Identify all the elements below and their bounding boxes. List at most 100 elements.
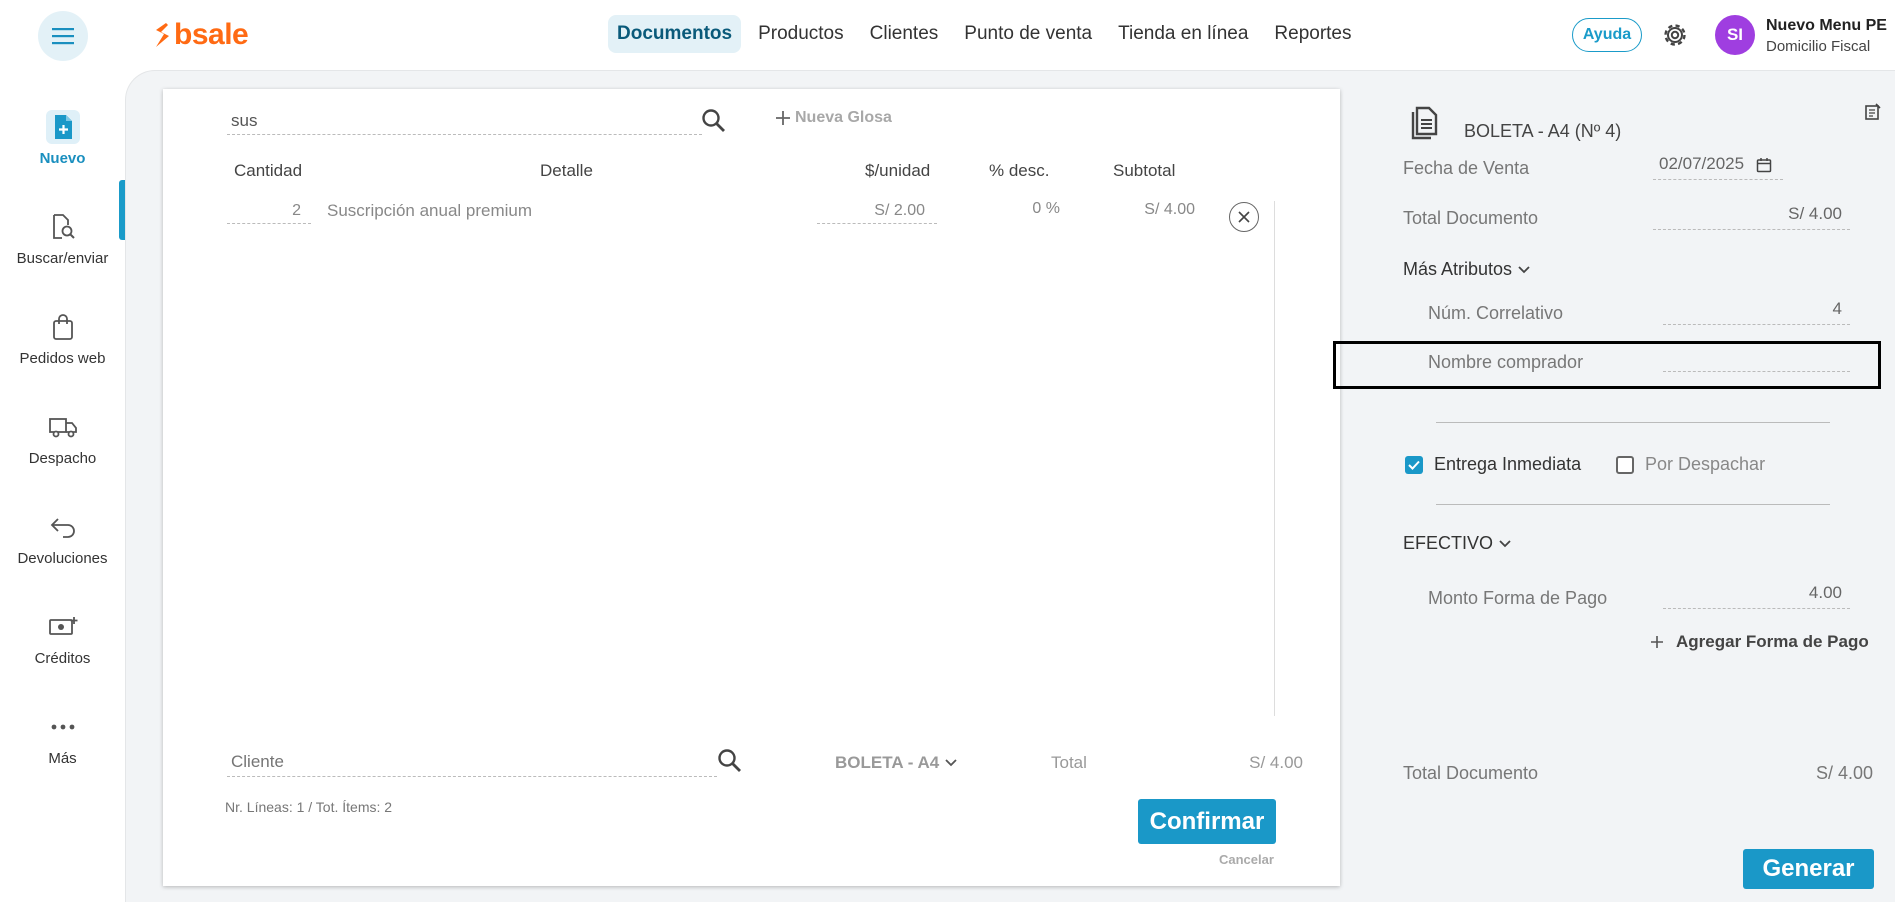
nav-documentos[interactable]: Documentos	[608, 15, 742, 53]
fecha-field[interactable]: 02/07/2025	[1653, 154, 1783, 180]
nav-clientes[interactable]: Clientes	[861, 15, 948, 53]
correlativo-field[interactable]: 4	[1663, 299, 1850, 325]
lines-info: Nr. Líneas: 1 / Tot. Ítems: 2	[225, 799, 393, 815]
column-header-precio: $/unidad	[865, 161, 931, 180]
client-input[interactable]	[227, 749, 717, 775]
search-icon[interactable]	[700, 107, 728, 135]
nav-tienda-en-linea[interactable]: Tienda en línea	[1109, 15, 1257, 53]
document-summary-panel: BOLETA - A4 (Nº 4) Fecha de Venta 02/07/…	[1340, 70, 1895, 902]
row-price-field[interactable]: S/ 2.00	[817, 202, 937, 224]
document-type-value: BOLETA - A4	[835, 753, 940, 772]
monto-field[interactable]: 4.00	[1663, 583, 1850, 609]
sidebar-item-despacho[interactable]: Despacho	[0, 410, 125, 467]
document-editor: Nueva Glosa Cantidad Detalle $/unidad % …	[163, 89, 1340, 886]
nav-productos[interactable]: Productos	[749, 15, 853, 53]
sidebar-item-nuevo[interactable]: Nuevo	[0, 110, 125, 167]
divider	[1436, 504, 1830, 505]
sidebar-item-pedidos-web[interactable]: Pedidos web	[0, 310, 125, 367]
search-document-icon	[46, 210, 80, 244]
total-label: Total	[1051, 753, 1087, 772]
row-detail: Suscripción anual premium	[327, 201, 533, 220]
client-search-icon[interactable]	[716, 747, 744, 775]
chevron-down-icon	[1518, 265, 1530, 273]
entrega-inmediata-checkbox[interactable]	[1405, 456, 1423, 474]
confirm-button[interactable]: Confirmar	[1138, 799, 1276, 844]
product-search-input[interactable]	[227, 109, 702, 133]
logo-text: bsale	[174, 18, 249, 51]
sidebar-item-buscar[interactable]: Buscar/enviar	[0, 210, 125, 267]
nueva-glosa-button[interactable]: Nueva Glosa	[775, 109, 892, 127]
sidebar-item-label: Buscar/enviar	[16, 250, 109, 267]
edit-document-icon[interactable]	[1864, 103, 1882, 121]
plus-icon	[776, 111, 790, 125]
payment-method-label: EFECTIVO	[1403, 533, 1494, 553]
monto-label: Monto Forma de Pago	[1428, 588, 1608, 608]
help-button[interactable]: Ayuda	[1572, 18, 1642, 52]
scrollbar-track[interactable]	[1274, 201, 1275, 716]
client-field[interactable]	[227, 749, 717, 777]
fecha-label: Fecha de Venta	[1403, 158, 1530, 178]
checkmark-icon	[1408, 460, 1420, 470]
shopping-bag-icon	[46, 310, 80, 344]
main-nav: Documentos Productos Clientes Punto de v…	[608, 15, 1361, 53]
remove-row-button[interactable]	[1229, 202, 1259, 232]
chevron-down-icon	[1499, 539, 1511, 547]
nav-punto-de-venta[interactable]: Punto de venta	[955, 15, 1101, 53]
calendar-icon[interactable]	[1756, 157, 1772, 173]
column-header-cantidad: Cantidad	[234, 161, 303, 180]
close-icon	[1238, 211, 1250, 223]
sidebar-item-label: Devoluciones	[17, 550, 108, 567]
sidebar-item-label: Nuevo	[39, 150, 86, 167]
document-copy-icon	[1411, 106, 1438, 140]
sidebar: Nuevo Buscar/enviar Pedidos web Despacho…	[0, 70, 125, 902]
sidebar-item-mas[interactable]: Más	[0, 710, 125, 767]
payment-method-toggle[interactable]: EFECTIVO	[1403, 533, 1511, 554]
sidebar-item-label: Más	[48, 750, 77, 767]
entrega-inmediata-label: Entrega Inmediata	[1434, 454, 1582, 474]
mas-atributos-toggle[interactable]: Más Atributos	[1403, 259, 1530, 280]
divider	[1436, 422, 1830, 423]
total-documento-field[interactable]: S/ 4.00	[1653, 204, 1850, 230]
plus-icon	[1651, 636, 1663, 648]
sidebar-item-devoluciones[interactable]: Devoluciones	[0, 510, 125, 567]
footer-total-value: S/ 4.00	[1815, 763, 1873, 783]
sidebar-item-label: Créditos	[34, 650, 91, 667]
user-subtitle: Domicilio Fiscal	[1766, 38, 1871, 55]
total-value: S/ 4.00	[1249, 753, 1303, 772]
truck-icon	[46, 410, 80, 444]
correlativo-label: Núm. Correlativo	[1428, 303, 1564, 323]
row-quantity-field[interactable]: 2	[227, 202, 311, 224]
por-despachar-checkbox[interactable]	[1616, 456, 1634, 474]
money-add-icon	[46, 610, 80, 644]
total-documento-label: Total Documento	[1403, 208, 1539, 228]
document-type-select[interactable]: BOLETA - A4	[835, 753, 957, 773]
top-bar: bsale Documentos Productos Clientes Punt…	[0, 0, 1895, 70]
menu-button[interactable]	[38, 11, 88, 61]
sidebar-item-label: Despacho	[28, 450, 97, 467]
por-despachar-label: Por Despachar	[1645, 454, 1766, 474]
product-search-field[interactable]	[227, 109, 702, 135]
generar-button[interactable]: Generar	[1743, 849, 1874, 889]
return-arrow-icon	[46, 510, 80, 544]
column-header-descuento: % desc.	[989, 161, 1050, 180]
cancel-link[interactable]: Cancelar	[1219, 852, 1274, 867]
add-payment-label: Agregar Forma de Pago	[1676, 632, 1869, 651]
gear-icon[interactable]	[1660, 20, 1690, 50]
bsale-logo[interactable]: bsale	[152, 16, 249, 54]
column-header-detalle: Detalle	[540, 161, 593, 180]
mas-atributos-label: Más Atributos	[1403, 259, 1513, 279]
nav-reportes[interactable]: Reportes	[1265, 15, 1360, 53]
add-payment-button[interactable]: Agregar Forma de Pago	[1650, 632, 1869, 652]
row-discount[interactable]: 0 %	[983, 200, 1060, 218]
hamburger-icon	[52, 28, 74, 45]
focus-highlight-box	[1333, 341, 1881, 389]
sidebar-item-creditos[interactable]: Créditos	[0, 610, 125, 667]
avatar[interactable]: SI	[1715, 15, 1755, 55]
nueva-glosa-label: Nueva Glosa	[795, 109, 892, 126]
sidebar-item-label: Pedidos web	[19, 350, 106, 367]
summary-title: BOLETA - A4 (Nº 4)	[1464, 121, 1622, 141]
bsale-logo-icon	[156, 23, 169, 47]
user-info[interactable]: Nuevo Menu PE Domicilio Fiscal	[1766, 17, 1887, 55]
user-name: Nuevo Menu PE	[1766, 17, 1887, 34]
footer-total-label: Total Documento	[1403, 763, 1539, 783]
